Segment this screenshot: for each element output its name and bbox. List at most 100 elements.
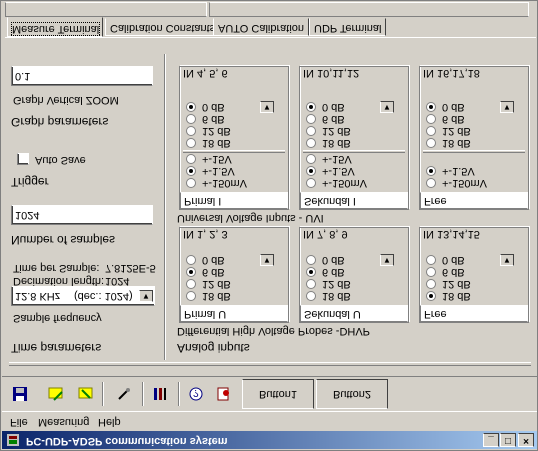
uvi-0-range-radio[interactable] [186, 166, 196, 176]
uvi-1-gain-label: 6 dB [322, 113, 345, 125]
menu-file[interactable]: File [10, 416, 28, 428]
uvi-1-gain-radio[interactable] [306, 138, 316, 148]
uvi-0-gain-radio[interactable] [186, 126, 196, 136]
folder-open-icon [78, 387, 93, 399]
sample-frequency-select[interactable]: 12.8 KHz (dec.: 1024) ▼ [11, 286, 155, 306]
uvi-2-separator [423, 150, 525, 153]
uvi-2-gain-label: 6 dB [442, 113, 465, 125]
time-per-sample-value: 7.8125E-5 [105, 262, 156, 274]
menu-measuring[interactable]: Measuring [38, 416, 89, 428]
uvi-1-range-label: +-150mV [322, 177, 367, 189]
zoom-input[interactable]: 0.1 [11, 66, 153, 86]
dhvp-1-gain-dropdown[interactable]: ▼ [380, 254, 394, 266]
dhvp-2-gain-label: 6 dB [442, 266, 465, 278]
dhvp-0-inputs: IN 1, 2, 3 [183, 228, 228, 240]
dhvp-2-gain-dropdown[interactable]: ▼ [500, 254, 514, 266]
window-title: PC-UDP-ADSP communication system [26, 435, 228, 447]
uvi-1-range-radio[interactable] [306, 166, 316, 176]
dhvp-1-gain-radio[interactable] [306, 291, 316, 301]
uvi-2-range-radio[interactable] [426, 166, 436, 176]
close-button[interactable]: × [518, 433, 534, 447]
zoom-label: Graph Vertical ZOOM [13, 94, 119, 106]
export-button[interactable] [74, 382, 98, 406]
menu-bar: File Measuring Help [2, 412, 537, 430]
uvi-1-gain-dropdown[interactable]: ▼ [380, 101, 394, 113]
uvi-0-gain-radio[interactable] [186, 114, 196, 124]
dhvp-2-gain-radio[interactable] [426, 255, 436, 265]
dhvp-0-gain-dropdown[interactable]: ▼ [260, 254, 274, 266]
decimation-value: 1024 [105, 275, 130, 287]
divider [9, 362, 531, 366]
uvi-2-gain-radio[interactable] [426, 138, 436, 148]
dhvp-0-gain-label: 6 dB [202, 266, 225, 278]
uvi-0-gain-label: 18 dB [202, 137, 231, 149]
uvi-0-gain-dropdown[interactable]: ▼ [260, 101, 274, 113]
toolbar: ? Button1 Button2 [2, 376, 537, 412]
uvi-2-gain-dropdown[interactable]: ▼ [500, 101, 514, 113]
column-divider [164, 54, 166, 360]
uvi-0-range-radio[interactable] [186, 154, 196, 164]
uvi-2-gain-radio[interactable] [426, 126, 436, 136]
uvi-1-gain-radio[interactable] [306, 102, 316, 112]
dhvp-2-gain-radio[interactable] [426, 267, 436, 277]
exit-button[interactable] [212, 382, 236, 406]
uvi-2-range-radio[interactable] [426, 178, 436, 188]
dhvp-0-gain-radio[interactable] [186, 267, 196, 277]
uvi-1-gain-label: 12 dB [322, 125, 351, 137]
tab-calibration-constants[interactable]: Calibration Constants [105, 18, 221, 36]
uvi-1-range-radio[interactable] [306, 154, 316, 164]
dhvp-1-gain-radio[interactable] [306, 267, 316, 277]
uvi-1-gain-radio[interactable] [306, 114, 316, 124]
dhvp-0-gain-label: 12 dB [202, 278, 231, 290]
dhvp-1-gain-radio[interactable] [306, 279, 316, 289]
uvi-0-gain-label: 0 dB [202, 101, 225, 113]
uvi-1-inputs: IN 10,11,12 [303, 67, 360, 79]
probe-button[interactable] [112, 382, 136, 406]
uvi-0-range-label: +-1.5V [202, 165, 235, 177]
import-button[interactable] [44, 382, 68, 406]
uvi-title: Universal Voltage Inputs - UVI [177, 212, 324, 224]
trigger-title: Trigger [11, 175, 49, 189]
dhvp-1-gain-radio[interactable] [306, 255, 316, 265]
app-window: PC-UDP-ADSP communication system _ □ × F… [0, 0, 538, 451]
save-button[interactable] [8, 382, 32, 406]
dhvp-1-name: Sekundal U [300, 305, 408, 322]
help-icon: ? [189, 387, 203, 401]
chevron-down-icon[interactable]: ▼ [139, 290, 153, 302]
tab-udp-terminal[interactable]: UDP Terminal [309, 18, 387, 36]
toolbar-tab-button1[interactable]: Button1 [242, 379, 314, 409]
dhvp-2-gain-radio[interactable] [426, 291, 436, 301]
tab-auto-calibration[interactable]: AUTO Calibration [213, 18, 309, 36]
uvi-2-gain-radio[interactable] [426, 114, 436, 124]
toolbar-tab-button2[interactable]: Button2 [316, 379, 388, 409]
uvi-1-gain-radio[interactable] [306, 126, 316, 136]
minimize-button[interactable]: _ [483, 433, 499, 447]
autosave-checkbox[interactable] [17, 153, 29, 165]
uvi-0-gain-radio[interactable] [186, 138, 196, 148]
title-bar[interactable]: PC-UDP-ADSP communication system _ □ × [2, 431, 537, 449]
bars-button[interactable] [148, 382, 172, 406]
number-samples-input[interactable]: 1024 [11, 205, 153, 225]
maximize-button[interactable]: □ [500, 433, 516, 447]
dhvp-0-gain-radio[interactable] [186, 279, 196, 289]
uvi-2-box: Free +-150mV +-1.5V 18 dB 12 dB 6 dB 0 dB ▼ IN 1… [419, 66, 529, 210]
tab-measure-terminal[interactable]: Measure Terminal [7, 17, 103, 37]
uvi-0-range-radio[interactable] [186, 178, 196, 188]
autosave-label: Auto Save [35, 154, 86, 166]
uvi-2-gain-label: 0 dB [442, 101, 465, 113]
uvi-2-gain-label: 18 dB [442, 137, 471, 149]
uvi-0-range-label: +-15V [202, 153, 232, 165]
help-button[interactable]: ? [184, 382, 208, 406]
dhvp-0-name: Primal U [180, 305, 288, 322]
dhvp-0-gain-radio[interactable] [186, 255, 196, 265]
uvi-0-inputs: IN 4, 5, 6 [183, 67, 228, 79]
dhvp-2-gain-radio[interactable] [426, 279, 436, 289]
uvi-1-range-radio[interactable] [306, 178, 316, 188]
menu-help[interactable]: Help [98, 416, 121, 428]
bar-chart-icon [154, 388, 166, 400]
dhvp-0-gain-radio[interactable] [186, 291, 196, 301]
uvi-0-gain-label: 6 dB [202, 113, 225, 125]
uvi-0-gain-radio[interactable] [186, 102, 196, 112]
uvi-2-gain-radio[interactable] [426, 102, 436, 112]
folder-arrow-icon [48, 387, 63, 401]
